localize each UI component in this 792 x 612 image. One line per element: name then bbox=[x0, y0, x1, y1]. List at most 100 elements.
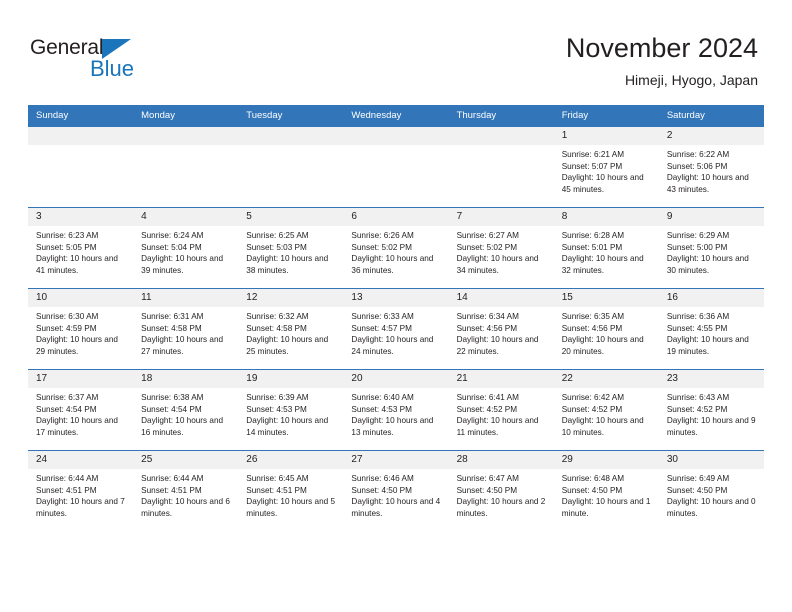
day-number: 18 bbox=[133, 370, 239, 388]
sunrise-text: Sunrise: 6:47 AM bbox=[456, 474, 519, 483]
day-details: Sunrise: 6:23 AM Sunset: 5:05 PM Daylight:… bbox=[28, 226, 133, 276]
daylight-text: Daylight: 10 hours and 39 minutes. bbox=[141, 254, 224, 275]
day-details: Sunrise: 6:33 AM Sunset: 4:57 PM Daylight:… bbox=[343, 307, 448, 357]
day-number: 14 bbox=[448, 289, 554, 307]
sunset-text: Sunset: 4:56 PM bbox=[561, 323, 623, 333]
sunrise-text: Sunrise: 6:33 AM bbox=[351, 312, 414, 321]
calendar-day-cell[interactable]: 17 Sunrise: 6:37 AM Sunset: 4:54 PM Dayligh… bbox=[28, 369, 134, 451]
day-details: Sunrise: 6:45 AM Sunset: 4:51 PM Daylight:… bbox=[238, 469, 343, 519]
calendar-day-cell[interactable]: 9 Sunrise: 6:29 AM Sunset: 5:00 PM Daylight… bbox=[658, 207, 764, 289]
sunrise-text: Sunrise: 6:26 AM bbox=[351, 231, 414, 240]
daylight-text: Daylight: 10 hours and 2 minutes. bbox=[456, 497, 546, 518]
calendar-day-cell[interactable]: 28 Sunrise: 6:47 AM Sunset: 4:50 PM Dayligh… bbox=[448, 450, 554, 531]
calendar-day-cell[interactable]: 19 Sunrise: 6:39 AM Sunset: 4:53 PM Dayligh… bbox=[238, 369, 344, 451]
calendar-day-cell[interactable]: 23 Sunrise: 6:43 AM Sunset: 4:52 PM Dayligh… bbox=[658, 369, 764, 451]
calendar-day-cell[interactable]: 20 Sunrise: 6:40 AM Sunset: 4:53 PM Dayligh… bbox=[343, 369, 449, 451]
calendar-day-cell[interactable]: 13 Sunrise: 6:33 AM Sunset: 4:57 PM Dayligh… bbox=[343, 288, 449, 370]
daylight-text: Daylight: 10 hours and 11 minutes. bbox=[456, 416, 539, 437]
sunrise-text: Sunrise: 6:38 AM bbox=[141, 393, 204, 402]
sunrise-text: Sunrise: 6:40 AM bbox=[351, 393, 414, 402]
day-number: 10 bbox=[28, 289, 134, 307]
sunrise-text: Sunrise: 6:45 AM bbox=[246, 474, 309, 483]
calendar-day-cell[interactable]: 4 Sunrise: 6:24 AM Sunset: 5:04 PM Daylight… bbox=[133, 207, 239, 289]
sunset-text: Sunset: 5:05 PM bbox=[36, 242, 97, 252]
calendar-day-cell[interactable]: 14 Sunrise: 6:34 AM Sunset: 4:56 PM Dayligh… bbox=[448, 288, 554, 370]
day-details: Sunrise: 6:32 AM Sunset: 4:58 PM Daylight:… bbox=[238, 307, 343, 357]
calendar-day-cell[interactable]: 25 Sunrise: 6:44 AM Sunset: 4:51 PM Dayligh… bbox=[133, 450, 239, 531]
day-details: Sunrise: 6:30 AM Sunset: 4:59 PM Daylight:… bbox=[28, 307, 133, 357]
calendar-day-cell[interactable]: 12 Sunrise: 6:32 AM Sunset: 4:58 PM Dayligh… bbox=[238, 288, 344, 370]
sunset-text: Sunset: 4:50 PM bbox=[666, 485, 728, 495]
day-number bbox=[448, 127, 554, 145]
calendar-day-cell[interactable]: 21 Sunrise: 6:41 AM Sunset: 4:52 PM Dayligh… bbox=[448, 369, 554, 451]
calendar-day-cell[interactable]: 24 Sunrise: 6:44 AM Sunset: 4:51 PM Dayligh… bbox=[28, 450, 134, 531]
day-details: Sunrise: 6:49 AM Sunset: 4:50 PM Daylight:… bbox=[659, 469, 764, 519]
page-subtitle: Himeji, Hyogo, Japan bbox=[624, 72, 758, 88]
calendar-day-cell[interactable]: 10 Sunrise: 6:30 AM Sunset: 4:59 PM Dayligh… bbox=[28, 288, 134, 370]
weekday-header-saturday: Saturday bbox=[658, 105, 764, 127]
day-details: Sunrise: 6:31 AM Sunset: 4:58 PM Daylight:… bbox=[133, 307, 238, 357]
sunset-text: Sunset: 5:01 PM bbox=[561, 242, 623, 252]
daylight-text: Daylight: 10 hours and 24 minutes. bbox=[351, 335, 434, 356]
calendar-day-cell[interactable]: 11 Sunrise: 6:31 AM Sunset: 4:58 PM Dayligh… bbox=[133, 288, 239, 370]
weekday-header-thursday: Thursday bbox=[448, 105, 554, 127]
calendar-day-cell-empty bbox=[238, 126, 344, 208]
day-number: 2 bbox=[658, 127, 764, 145]
sunset-text: Sunset: 4:54 PM bbox=[36, 404, 97, 414]
calendar-day-cell[interactable]: 8 Sunrise: 6:28 AM Sunset: 5:01 PM Daylight… bbox=[553, 207, 659, 289]
calendar-day-cell[interactable]: 6 Sunrise: 6:26 AM Sunset: 5:02 PM Daylight… bbox=[343, 207, 449, 289]
calendar-day-cell[interactable]: 5 Sunrise: 6:25 AM Sunset: 5:03 PM Daylight… bbox=[238, 207, 344, 289]
sunset-text: Sunset: 4:51 PM bbox=[246, 485, 307, 495]
day-details: Sunrise: 6:37 AM Sunset: 4:54 PM Daylight:… bbox=[28, 388, 133, 438]
calendar-week-row: 17 Sunrise: 6:37 AM Sunset: 4:54 PM Dayligh… bbox=[28, 369, 764, 451]
day-details: Sunrise: 6:24 AM Sunset: 5:04 PM Daylight:… bbox=[133, 226, 238, 276]
daylight-text: Daylight: 10 hours and 36 minutes. bbox=[351, 254, 434, 275]
day-details: Sunrise: 6:26 AM Sunset: 5:02 PM Daylight:… bbox=[343, 226, 448, 276]
sunrise-text: Sunrise: 6:22 AM bbox=[666, 150, 730, 159]
calendar-day-cell-empty bbox=[343, 126, 449, 208]
day-number: 22 bbox=[553, 370, 659, 388]
calendar-day-cell[interactable]: 22 Sunrise: 6:42 AM Sunset: 4:52 PM Dayligh… bbox=[553, 369, 659, 451]
sunrise-text: Sunrise: 6:44 AM bbox=[36, 474, 99, 483]
calendar-day-cell[interactable]: 26 Sunrise: 6:45 AM Sunset: 4:51 PM Dayligh… bbox=[238, 450, 344, 531]
sunrise-text: Sunrise: 6:24 AM bbox=[141, 231, 204, 240]
daylight-text: Daylight: 10 hours and 9 minutes. bbox=[666, 416, 756, 437]
calendar-day-cell[interactable]: 16 Sunrise: 6:36 AM Sunset: 4:55 PM Dayligh… bbox=[658, 288, 764, 370]
weekday-header-row: Sunday Monday Tuesday Wednesday Thursday… bbox=[28, 105, 764, 127]
day-number bbox=[238, 127, 344, 145]
calendar-day-cell-empty bbox=[448, 126, 554, 208]
calendar-week-row: 10 Sunrise: 6:30 AM Sunset: 4:59 PM Dayligh… bbox=[28, 288, 764, 370]
sunset-text: Sunset: 4:50 PM bbox=[351, 485, 412, 495]
day-number bbox=[28, 127, 134, 145]
day-details: Sunrise: 6:44 AM Sunset: 4:51 PM Daylight:… bbox=[133, 469, 238, 519]
sunrise-text: Sunrise: 6:34 AM bbox=[456, 312, 519, 321]
day-number: 25 bbox=[133, 451, 239, 469]
calendar-day-cell[interactable]: 27 Sunrise: 6:46 AM Sunset: 4:50 PM Dayligh… bbox=[343, 450, 449, 531]
day-details: Sunrise: 6:22 AM Sunset: 5:06 PM Daylight:… bbox=[659, 145, 764, 195]
day-number: 8 bbox=[553, 208, 659, 226]
day-number: 28 bbox=[448, 451, 554, 469]
day-number: 15 bbox=[553, 289, 659, 307]
sunset-text: Sunset: 5:07 PM bbox=[561, 161, 623, 171]
daylight-text: Daylight: 10 hours and 20 minutes. bbox=[561, 335, 644, 356]
title-block: November 2024 Himeji, Hyogo, Japan bbox=[566, 32, 758, 90]
day-number: 12 bbox=[238, 289, 344, 307]
daylight-text: Daylight: 10 hours and 6 minutes. bbox=[141, 497, 230, 518]
day-details: Sunrise: 6:48 AM Sunset: 4:50 PM Daylight:… bbox=[554, 469, 659, 519]
calendar-day-cell[interactable]: 30 Sunrise: 6:49 AM Sunset: 4:50 PM Dayligh… bbox=[658, 450, 764, 531]
daylight-text: Daylight: 10 hours and 32 minutes. bbox=[561, 254, 644, 275]
sunset-text: Sunset: 4:50 PM bbox=[561, 485, 623, 495]
calendar-day-cell[interactable]: 1 Sunrise: 6:21 AM Sunset: 5:07 PM Daylight… bbox=[553, 126, 659, 208]
calendar-day-cell[interactable]: 2 Sunrise: 6:22 AM Sunset: 5:06 PM Daylight… bbox=[658, 126, 764, 208]
day-number: 26 bbox=[238, 451, 344, 469]
calendar-day-cell[interactable]: 18 Sunrise: 6:38 AM Sunset: 4:54 PM Dayligh… bbox=[133, 369, 239, 451]
calendar-day-cell[interactable]: 3 Sunrise: 6:23 AM Sunset: 5:05 PM Daylight… bbox=[28, 207, 134, 289]
calendar-week-row: 1 Sunrise: 6:21 AM Sunset: 5:07 PM Daylight… bbox=[28, 126, 764, 208]
daylight-text: Daylight: 10 hours and 34 minutes. bbox=[456, 254, 539, 275]
day-details: Sunrise: 6:46 AM Sunset: 4:50 PM Daylight:… bbox=[343, 469, 448, 519]
calendar-day-cell[interactable]: 7 Sunrise: 6:27 AM Sunset: 5:02 PM Daylight… bbox=[448, 207, 554, 289]
sunrise-text: Sunrise: 6:27 AM bbox=[456, 231, 519, 240]
calendar-day-cell[interactable]: 15 Sunrise: 6:35 AM Sunset: 4:56 PM Dayligh… bbox=[553, 288, 659, 370]
day-details: Sunrise: 6:34 AM Sunset: 4:56 PM Daylight:… bbox=[449, 307, 554, 357]
calendar-day-cell[interactable]: 29 Sunrise: 6:48 AM Sunset: 4:50 PM Dayligh… bbox=[553, 450, 659, 531]
